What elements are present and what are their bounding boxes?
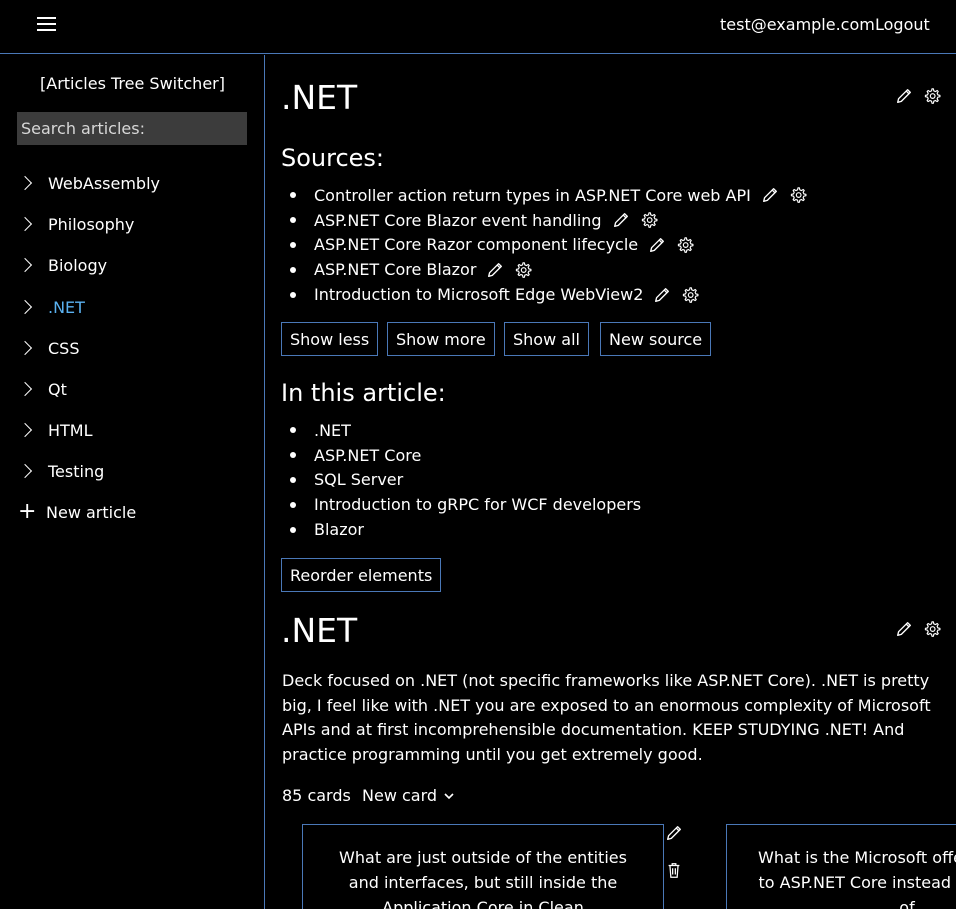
new-card-label: New card — [362, 786, 438, 805]
reorder-elements-button[interactable]: Reorder elements — [281, 558, 442, 592]
article-title: .NET — [281, 78, 358, 117]
new-source-button[interactable]: New source — [600, 322, 712, 356]
sidebar-item-html[interactable]: HTML — [17, 418, 93, 442]
chevron-right-icon — [17, 463, 33, 479]
edit-article-pencil-icon[interactable] — [895, 87, 913, 105]
sidebar-item-dotnet[interactable]: .NET — [17, 295, 85, 319]
section-title: .NET — [281, 611, 358, 650]
sidebar-item-biology[interactable]: Biology — [17, 253, 108, 277]
chevron-right-icon — [17, 422, 33, 438]
sidebar-item-label: Qt — [48, 379, 67, 399]
toc-item: Introduction to gRPC for WCF developers — [282, 492, 641, 517]
source-item: Introduction to Microsoft Edge WebView2 — [282, 282, 807, 307]
flashcard[interactable]: What is the Microsoft offering related t… — [726, 824, 956, 909]
sidebar-item-philosophy[interactable]: Philosophy — [17, 212, 135, 236]
section-description: Deck focused on .NET (not specific frame… — [282, 671, 931, 764]
chevron-right-icon — [17, 381, 33, 397]
toc-link[interactable]: Introduction to gRPC for WCF developers — [314, 495, 641, 514]
toc-item: .NET — [282, 418, 641, 443]
card-question: What are just outside of the entities an… — [339, 848, 627, 909]
sidebar-item-label: .NET — [48, 297, 85, 317]
pencil-icon[interactable] — [486, 261, 504, 279]
sidebar-item-css[interactable]: CSS — [17, 336, 80, 360]
source-link[interactable]: ASP.NET Core Razor component lifecycle — [314, 235, 638, 254]
source-item: Controller action return types in ASP.NE… — [282, 183, 807, 208]
plus-icon: + — [18, 499, 37, 524]
cards-count: 85 cards — [282, 786, 351, 805]
toc-link[interactable]: ASP.NET Core — [314, 446, 421, 465]
toc-link[interactable]: SQL Server — [314, 470, 403, 489]
sidebar-item-label: HTML — [48, 420, 93, 440]
pencil-icon[interactable] — [665, 824, 683, 842]
top-bar: test@example.com Logout — [0, 0, 956, 54]
section-settings-gear-icon[interactable] — [923, 620, 941, 638]
pencil-icon[interactable] — [612, 211, 630, 229]
sidebar: [Articles Tree Switcher] WebAssembly Phi… — [0, 55, 265, 909]
sidebar-item-testing[interactable]: Testing — [17, 459, 105, 483]
hamburger-icon[interactable] — [37, 17, 56, 32]
toc-heading: In this article: — [281, 379, 446, 407]
sidebar-item-qt[interactable]: Qt — [17, 377, 67, 401]
gear-icon[interactable] — [514, 261, 532, 279]
new-article-button[interactable]: + New article — [18, 500, 136, 524]
pencil-icon[interactable] — [648, 236, 666, 254]
sidebar-item-label: Biology — [48, 255, 108, 275]
chevron-right-icon — [17, 340, 33, 356]
toc-item: SQL Server — [282, 468, 641, 493]
gear-icon[interactable] — [640, 211, 658, 229]
chevron-down-icon — [444, 793, 454, 800]
sidebar-item-label: WebAssembly — [48, 173, 160, 193]
toc-item: ASP.NET Core — [282, 443, 641, 468]
user-email: test@example.com — [720, 15, 875, 34]
pencil-icon[interactable] — [653, 286, 671, 304]
toc-item: Blazor — [282, 517, 641, 542]
source-item: ASP.NET Core Blazor event handling — [282, 208, 807, 233]
article-settings-gear-icon[interactable] — [923, 87, 941, 105]
show-less-button[interactable]: Show less — [281, 322, 379, 356]
new-card-dropdown[interactable]: New card — [362, 786, 454, 805]
source-link[interactable]: Introduction to Microsoft Edge WebView2 — [314, 285, 643, 304]
sidebar-item-label: CSS — [48, 338, 80, 358]
search-input[interactable] — [17, 112, 247, 145]
card-question: What is the Microsoft offering related t… — [758, 848, 956, 909]
gear-icon[interactable] — [681, 286, 699, 304]
source-link[interactable]: Controller action return types in ASP.NE… — [314, 186, 751, 205]
toc-link[interactable]: .NET — [314, 421, 351, 440]
source-link[interactable]: ASP.NET Core Blazor event handling — [314, 211, 602, 230]
gear-icon[interactable] — [676, 236, 694, 254]
toc-link[interactable]: Blazor — [314, 520, 364, 539]
show-all-button[interactable]: Show all — [504, 322, 589, 356]
sidebar-item-label: Philosophy — [48, 214, 135, 234]
edit-section-pencil-icon[interactable] — [895, 620, 913, 638]
chevron-right-icon — [17, 216, 33, 232]
articles-tree-switcher[interactable]: [Articles Tree Switcher] — [0, 74, 265, 93]
main-content: .NET Sources: Controller action return t… — [266, 55, 956, 909]
new-article-label: New article — [46, 502, 137, 522]
sources-heading: Sources: — [281, 144, 385, 172]
sidebar-item-label: Testing — [48, 461, 105, 481]
chevron-right-icon — [17, 299, 33, 315]
chevron-right-icon — [17, 175, 33, 191]
toc-list: .NET ASP.NET Core SQL Server Introductio… — [282, 418, 641, 542]
chevron-right-icon — [17, 257, 33, 273]
gear-icon[interactable] — [789, 186, 807, 204]
sources-list: Controller action return types in ASP.NE… — [282, 183, 807, 307]
flashcard[interactable]: What are just outside of the entities an… — [302, 824, 664, 909]
pencil-icon[interactable] — [761, 186, 779, 204]
sidebar-item-webassembly[interactable]: WebAssembly — [17, 171, 160, 195]
source-item: ASP.NET Core Blazor — [282, 257, 807, 282]
logout-link[interactable]: Logout — [875, 15, 930, 34]
show-more-button[interactable]: Show more — [387, 322, 495, 356]
source-item: ASP.NET Core Razor component lifecycle — [282, 233, 807, 258]
source-link[interactable]: ASP.NET Core Blazor — [314, 260, 476, 279]
trash-icon[interactable] — [665, 861, 683, 879]
